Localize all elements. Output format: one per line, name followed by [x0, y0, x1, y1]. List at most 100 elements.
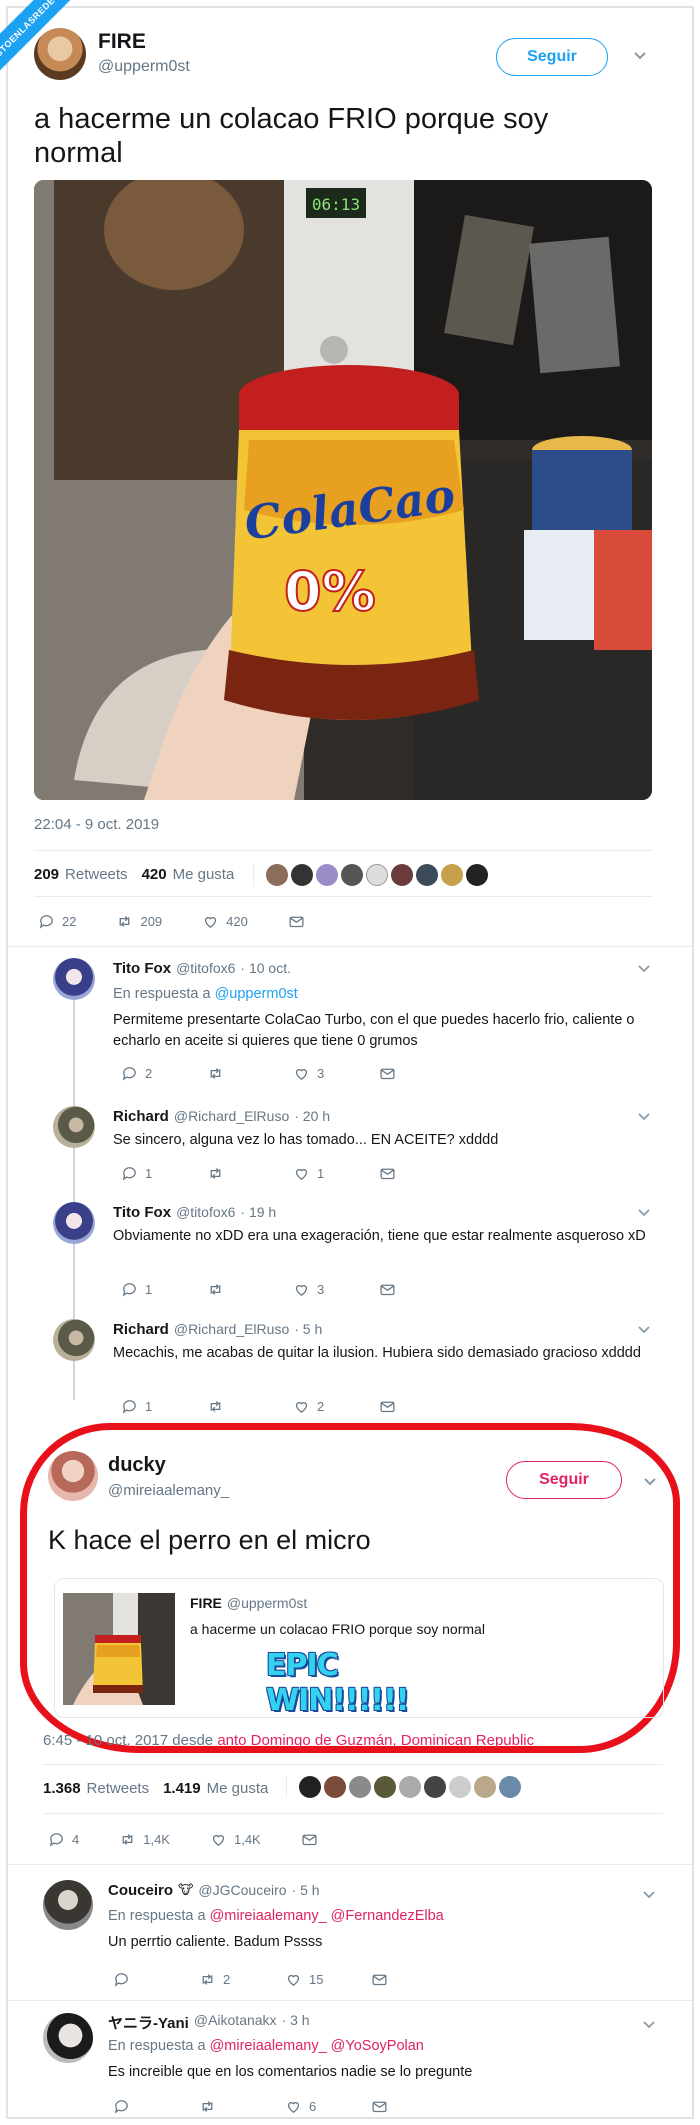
liker-avatar[interactable]	[399, 1776, 421, 1798]
liker-avatar[interactable]	[466, 864, 488, 886]
liker-avatar[interactable]	[474, 1776, 496, 1798]
follow-button[interactable]: Seguir	[496, 38, 608, 76]
retweet-button[interactable]	[207, 1165, 293, 1182]
reply-time[interactable]: · 20 h	[294, 1108, 330, 1125]
retweet-button[interactable]	[207, 1065, 293, 1082]
retweets-label[interactable]: Retweets	[65, 866, 128, 883]
avatar[interactable]	[53, 1202, 95, 1244]
follow-button[interactable]: Seguir	[506, 1461, 622, 1499]
retweet-button[interactable]: 1,4K	[119, 1831, 170, 1848]
chevron-down-icon[interactable]	[638, 1108, 650, 1124]
reply-time[interactable]: · 10 oct.	[240, 960, 291, 977]
avatar[interactable]	[43, 1880, 93, 1930]
retweets-label[interactable]: Retweets	[87, 1780, 150, 1797]
reply-author-handle[interactable]: @Aikotanakx	[194, 2012, 277, 2033]
liker-avatar[interactable]	[324, 1776, 346, 1798]
like-button[interactable]: 2	[293, 1398, 379, 1415]
timestamp-text[interactable]: 6:45 - 10 oct. 2017 desde	[43, 1732, 213, 1749]
retweet-button[interactable]: 209	[116, 913, 162, 930]
chevron-down-icon[interactable]	[633, 48, 647, 64]
message-button[interactable]	[379, 1165, 396, 1182]
liker-avatar[interactable]	[499, 1776, 521, 1798]
chevron-down-icon[interactable]	[643, 1886, 655, 1902]
reply-to-handle[interactable]: @mireiaalemany_ @YoSoyPolan	[210, 2038, 424, 2054]
author-name[interactable]: ducky	[108, 1454, 166, 1477]
tweet-timestamp[interactable]: 22:04 - 9 oct. 2019	[34, 816, 159, 833]
reply-author-handle[interactable]: @titofox6	[176, 960, 235, 977]
message-button[interactable]	[379, 1398, 396, 1415]
liker-avatar[interactable]	[291, 864, 313, 886]
message-button[interactable]	[371, 2098, 388, 2115]
reply-author-name[interactable]: Richard	[113, 1321, 169, 1338]
liker-avatar[interactable]	[391, 864, 413, 886]
avatar[interactable]	[53, 1319, 95, 1361]
message-button[interactable]	[379, 1065, 396, 1082]
liker-avatar[interactable]	[349, 1776, 371, 1798]
likes-label[interactable]: Me gusta	[173, 866, 235, 883]
liker-avatar[interactable]	[449, 1776, 471, 1798]
like-button[interactable]: 1	[293, 1165, 379, 1182]
reply-to-handle[interactable]: @upperm0st	[215, 986, 298, 1002]
reply-button[interactable]	[113, 1971, 199, 1988]
chevron-down-icon[interactable]	[638, 960, 650, 976]
like-button[interactable]: 15	[285, 1971, 371, 1988]
liker-avatar[interactable]	[366, 864, 388, 886]
likes-count[interactable]: 1.419	[163, 1780, 201, 1797]
reply-author-handle[interactable]: @titofox6	[176, 1204, 235, 1221]
liker-avatar[interactable]	[424, 1776, 446, 1798]
author-name[interactable]: FIRE	[98, 30, 146, 54]
reply-button[interactable]: 4	[48, 1831, 79, 1848]
reply-author-name[interactable]: Couceiro	[108, 1882, 173, 1899]
likes-label[interactable]: Me gusta	[207, 1780, 269, 1797]
chevron-down-icon[interactable]	[638, 1204, 650, 1220]
avatar[interactable]	[48, 1451, 98, 1501]
reply-button[interactable]	[113, 2098, 199, 2115]
retweets-count[interactable]: 1.368	[43, 1780, 81, 1797]
reply-time[interactable]: · 5 h	[292, 1882, 320, 1899]
reply-author-name[interactable]: Richard	[113, 1108, 169, 1125]
reply-to-handle[interactable]: @mireiaalemany_ @FernandezElba	[210, 1908, 444, 1924]
location-link[interactable]: anto Domingo de Guzmán, Dominican Republ…	[217, 1732, 534, 1749]
reply-author-handle[interactable]: @Richard_ElRuso	[174, 1108, 289, 1125]
reply-author-name[interactable]: Tito Fox	[113, 1204, 171, 1221]
liker-avatar[interactable]	[441, 864, 463, 886]
like-button[interactable]: 6	[285, 2098, 371, 2115]
reply-button[interactable]: 1	[121, 1281, 207, 1298]
reply-author-name[interactable]: Tito Fox	[113, 960, 171, 977]
retweet-button[interactable]	[207, 1281, 293, 1298]
reply-button[interactable]: 1	[121, 1165, 207, 1182]
avatar[interactable]	[43, 2013, 93, 2063]
chevron-down-icon[interactable]	[643, 2016, 655, 2032]
retweet-button[interactable]	[199, 2098, 285, 2115]
liker-avatar[interactable]	[341, 864, 363, 886]
message-button[interactable]	[371, 1971, 388, 1988]
liker-avatar[interactable]	[299, 1776, 321, 1798]
reply-time[interactable]: · 3 h	[282, 2012, 310, 2033]
liker-avatar[interactable]	[266, 864, 288, 886]
message-button[interactable]	[301, 1831, 318, 1848]
like-button[interactable]: 1,4K	[210, 1831, 261, 1848]
retweet-button[interactable]	[207, 1398, 293, 1415]
message-button[interactable]	[379, 1281, 396, 1298]
tweet-photo[interactable]: 06:13 ColaCao 0%	[34, 180, 652, 800]
avatar[interactable]	[53, 958, 95, 1000]
liker-avatar[interactable]	[374, 1776, 396, 1798]
author-handle[interactable]: @mireiaalemany_	[108, 1482, 229, 1499]
reply-author-handle[interactable]: @Richard_ElRuso	[174, 1321, 289, 1338]
reply-button[interactable]: 22	[38, 913, 76, 930]
reply-time[interactable]: · 5 h	[294, 1321, 322, 1338]
retweet-button[interactable]: 2	[199, 1971, 285, 1988]
liker-avatar[interactable]	[416, 864, 438, 886]
reply-author-name[interactable]: ヤニラ-Yani	[108, 2012, 189, 2033]
like-button[interactable]: 3	[293, 1281, 379, 1298]
avatar[interactable]	[34, 28, 86, 80]
likes-count[interactable]: 420	[142, 866, 167, 883]
chevron-down-icon[interactable]	[638, 1321, 650, 1337]
liker-avatar[interactable]	[316, 864, 338, 886]
like-button[interactable]: 420	[202, 913, 248, 930]
chevron-down-icon[interactable]	[643, 1474, 657, 1490]
reply-button[interactable]: 2	[121, 1065, 207, 1082]
retweets-count[interactable]: 209	[34, 866, 59, 883]
like-button[interactable]: 3	[293, 1065, 379, 1082]
reply-author-handle[interactable]: @JGCouceiro	[198, 1882, 286, 1899]
